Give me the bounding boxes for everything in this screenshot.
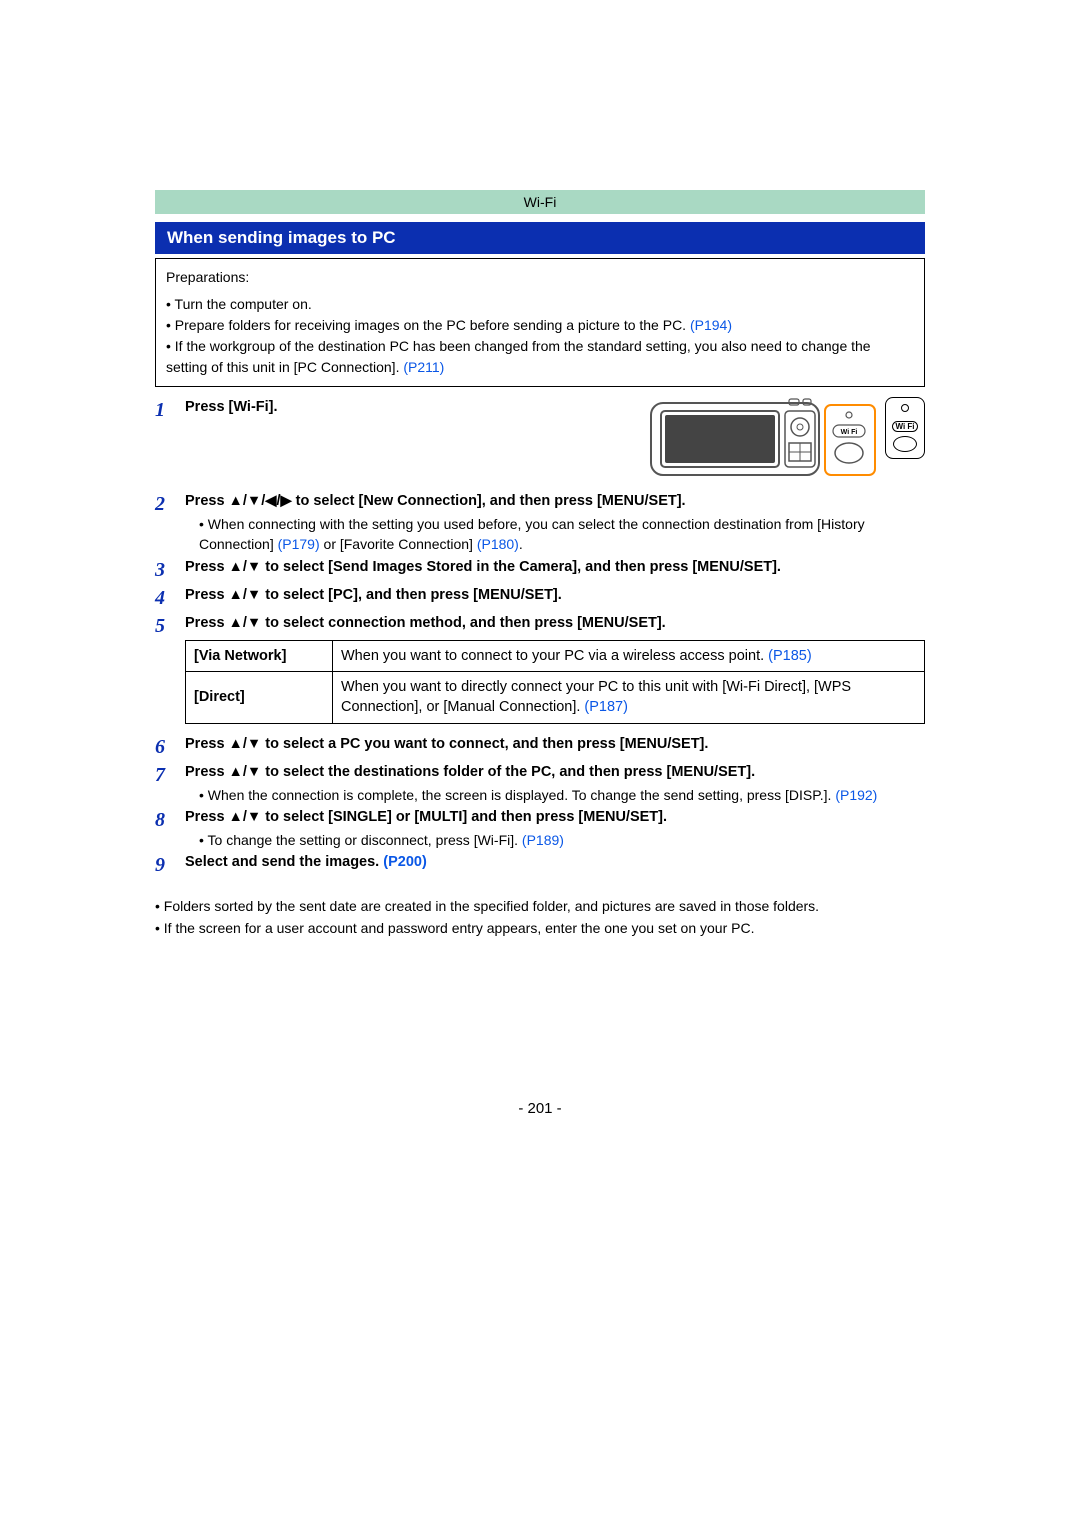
page-ref-link[interactable]: (P187) [584,699,628,715]
connection-method-table: [Via Network] When you want to connect t… [185,640,925,724]
page-ref-link[interactable]: (P192) [835,787,877,803]
step-number: 7 [155,762,185,788]
note-text: • To change the setting or disconnect, p… [199,832,522,848]
page-ref-link[interactable]: (P194) [690,317,732,333]
footer-notes: • Folders sorted by the sent date are cr… [155,896,925,939]
page-ref-link[interactable]: (P189) [522,832,564,848]
svg-text:Wi Fi: Wi Fi [841,429,858,436]
wifi-badge: Wi Fi [885,397,925,459]
step-head: Press ▲/▼/◀/▶ to select [New Connection]… [185,491,925,512]
prep-item: • If the workgroup of the destination PC… [166,336,914,378]
note-item: • Folders sorted by the sent date are cr… [155,896,925,918]
table-value: When you want to directly connect your P… [333,671,925,723]
step-head: Press ▲/▼ to select the destinations fol… [185,762,925,783]
prep-label: Preparations: [166,267,914,288]
step: 2 Press ▲/▼/◀/▶ to select [New Connectio… [155,491,925,555]
step-note: • To change the setting or disconnect, p… [185,830,925,850]
table-value: When you want to connect to your PC via … [333,640,925,671]
table-row: [Via Network] When you want to connect t… [186,640,925,671]
table-key: [Via Network] [186,640,333,671]
indicator-dot-icon [901,404,909,412]
step: 9 Select and send the images. (P200) [155,852,925,878]
head-text: Select and send the images. [185,854,383,870]
step-number: 1 [155,397,185,423]
step-head: Select and send the images. (P200) [185,852,925,873]
step-number: 4 [155,585,185,611]
preparations-box: Preparations: • Turn the computer on. • … [155,258,925,387]
table-key: [Direct] [186,671,333,723]
note-text: . [519,536,523,552]
page-ref-link[interactable]: (P211) [403,359,444,375]
step-note: • When connecting with the setting you u… [185,514,925,555]
step: 1 Press [Wi-Fi]. [155,397,639,423]
step-head: Press ▲/▼ to select connection method, a… [185,615,666,631]
table-row: [Direct] When you want to directly conne… [186,671,925,723]
page-ref-link[interactable]: (P185) [768,648,812,664]
step-head: Press ▲/▼ to select a PC you want to con… [185,736,708,752]
prep-text: • Prepare folders for receiving images o… [166,317,690,333]
step-number: 2 [155,491,185,517]
step: 5 Press ▲/▼ to select connection method,… [155,613,925,732]
prep-text: • If the workgroup of the destination PC… [166,338,871,375]
step-head: Press ▲/▼ to select [SINGLE] or [MULTI] … [185,807,925,828]
page: Wi-Fi When sending images to PC Preparat… [155,190,925,1117]
camera-icon: Wi Fi [649,397,879,481]
step-number: 6 [155,734,185,760]
wifi-label: Wi Fi [892,421,917,432]
section-title: When sending images to PC [155,222,925,254]
step-head: Press ▲/▼ to select [Send Images Stored … [185,559,781,575]
note-item: • If the screen for a user account and p… [155,918,925,940]
chapter-header: Wi-Fi [155,190,925,214]
step: 4 Press ▲/▼ to select [PC], and then pre… [155,585,925,611]
camera-illustration: Wi Fi Wi Fi [649,397,925,481]
step: 8 Press ▲/▼ to select [SINGLE] or [MULTI… [155,807,925,850]
step: 7 Press ▲/▼ to select the destinations f… [155,762,925,805]
step: 3 Press ▲/▼ to select [Send Images Store… [155,557,925,583]
prep-item: • Prepare folders for receiving images o… [166,315,914,336]
note-text: • When the connection is complete, the s… [199,787,835,803]
page-ref-link[interactable]: (P200) [383,854,427,870]
step-number: 5 [155,613,185,639]
step-head: Press ▲/▼ to select [PC], and then press… [185,587,562,603]
step-number: 8 [155,807,185,833]
page-number: - 201 - [155,1100,925,1117]
page-ref-link[interactable]: (P180) [477,536,519,552]
step-number: 3 [155,557,185,583]
step: 6 Press ▲/▼ to select a PC you want to c… [155,734,925,760]
step-number: 9 [155,852,185,878]
prep-item: • Turn the computer on. [166,294,914,315]
note-text: or [Favorite Connection] [320,536,477,552]
step-note: • When the connection is complete, the s… [185,785,925,805]
page-ref-link[interactable]: (P179) [278,536,320,552]
step-head: Press [Wi-Fi]. [185,399,278,415]
button-oval-icon [893,436,917,452]
cell-text: When you want to connect to your PC via … [341,648,768,664]
step-1-row: 1 Press [Wi-Fi]. [155,397,925,481]
